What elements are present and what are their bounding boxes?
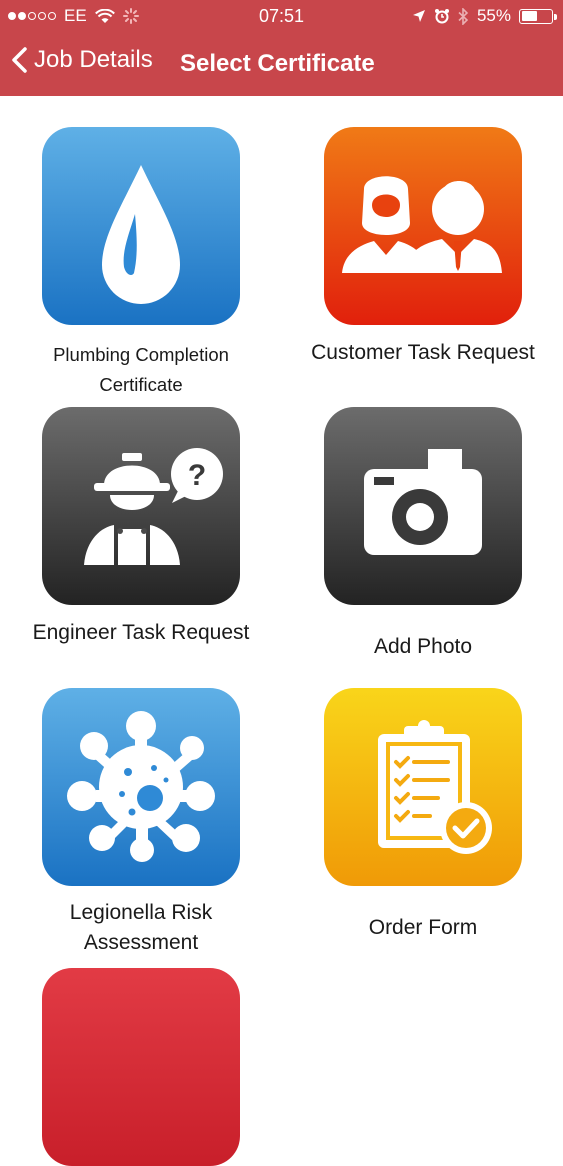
camera-icon <box>364 449 482 555</box>
partial-tile[interactable] <box>42 968 240 1166</box>
legionella-risk-tile[interactable] <box>42 688 240 886</box>
alarm-icon <box>434 9 449 24</box>
header: EE 07:51 55% Job Details Select Certific… <box>0 0 563 96</box>
order-form-label: Order Form <box>368 916 478 939</box>
customer-task-request-label: Customer Task Request <box>311 341 535 364</box>
back-label: Job Details <box>34 46 153 73</box>
status-bar: EE 07:51 55% <box>0 0 563 32</box>
battery-icon <box>519 8 557 24</box>
engineer-task-request-tile[interactable]: ? <box>42 407 240 605</box>
bluetooth-icon <box>458 7 469 25</box>
svg-text:?: ? <box>188 459 206 492</box>
nav-bar: Job Details Select Certificate <box>0 32 563 96</box>
page-title: Select Certificate <box>180 50 375 77</box>
add-photo-tile[interactable] <box>324 407 522 605</box>
engineer-task-request-label: Engineer Task Request <box>32 621 250 644</box>
location-icon <box>412 10 425 22</box>
battery-percent: 55% <box>476 6 511 25</box>
plumbing-certificate-tile[interactable] <box>42 127 240 325</box>
legionella-risk-label: Legionella Risk Assessment <box>69 901 213 954</box>
water-drop-icon <box>102 165 180 304</box>
clipboard-check-icon <box>378 720 492 854</box>
bacteria-icon <box>67 711 215 862</box>
engineer-icon: ? <box>84 448 223 565</box>
order-form-tile[interactable] <box>324 688 522 886</box>
chevron-left-icon <box>12 47 27 73</box>
customer-task-request-tile[interactable] <box>324 127 522 325</box>
back-button[interactable]: Job Details <box>10 46 153 74</box>
customers-icon <box>342 176 502 273</box>
add-photo-label: Add Photo <box>373 635 473 658</box>
plumbing-certificate-label: Plumbing Completion Certificate <box>53 344 229 395</box>
